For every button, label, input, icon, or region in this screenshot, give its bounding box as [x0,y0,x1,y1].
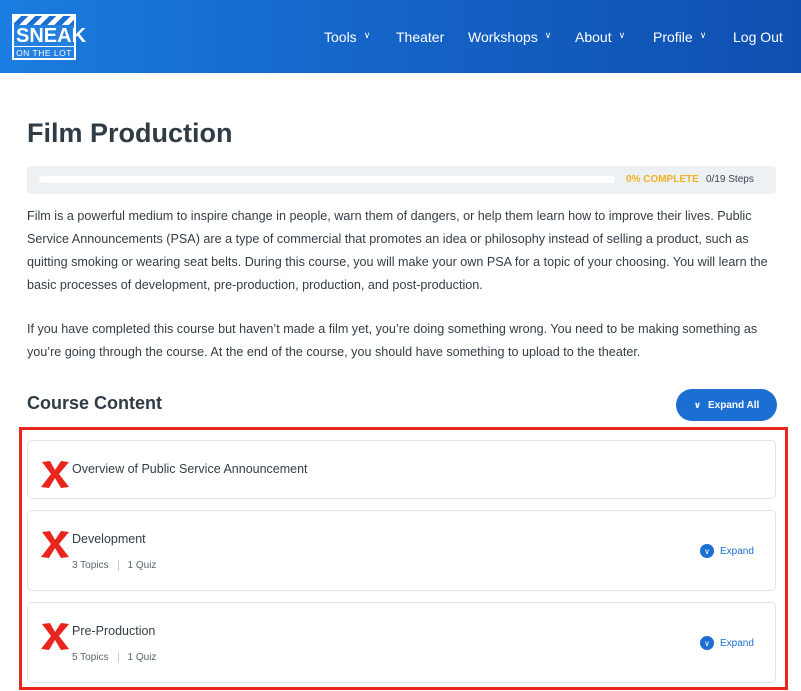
chevron-down-icon: ∨ [544,30,552,40]
lesson-item[interactable]: Development 3 Topics 1 Quiz ∨ Expand [27,510,776,591]
lesson-meta: 5 Topics 1 Quiz [72,652,156,663]
lesson-title[interactable]: Development [72,532,146,546]
logo-main-text: SNEAK [16,25,87,47]
course-description-note: If you have completed this course but ha… [27,322,758,359]
course-description: Film is a powerful medium to inspire cha… [27,209,768,292]
page-title: Film Production [27,118,233,148]
x-mark-icon [41,623,69,650]
nav-item-logout[interactable]: Log Out [733,0,783,73]
chevron-down-icon: ∨ [363,30,371,40]
nav-item-tools[interactable]: Tools ∨ [324,0,370,73]
nav-label: Workshops [468,28,538,45]
logo-sub-text: ON THE LOT [14,46,74,58]
nav-label: Theater [396,28,445,45]
course-content-heading: Course Content [27,393,162,413]
chevron-down-circle-icon: ∨ [700,636,714,650]
topics-count: 3 Topics [72,560,109,571]
expand-all-button[interactable]: ∨ Expand All [676,389,777,421]
expand-lesson-button[interactable]: ∨ Expand [700,544,754,558]
chevron-down-icon: ∨ [699,30,707,40]
lesson-title[interactable]: Pre-Production [72,624,155,638]
site-logo[interactable]: SNEAK ON THE LOT [12,14,87,60]
progress-steps: 0/19 Steps [706,174,754,185]
chevron-down-icon: ∨ [693,399,701,410]
expand-label: Expand [720,545,754,557]
x-mark-icon [41,531,69,558]
quiz-count: 1 Quiz [127,560,157,571]
lesson-item[interactable]: Pre-Production 5 Topics 1 Quiz ∨ Expand [27,602,776,683]
chevron-down-circle-icon: ∨ [700,544,714,558]
nav-label: Profile [653,28,693,45]
lesson-meta: 3 Topics 1 Quiz [72,560,156,571]
divider [117,652,119,663]
expand-lesson-button[interactable]: ∨ Expand [700,636,754,650]
expand-all-label: Expand All [708,399,760,411]
nav-item-about[interactable]: About ∨ [575,0,625,73]
progress-percent: 0% COMPLETE [626,174,699,185]
lesson-title[interactable]: Overview of Public Service Announcement [72,462,308,476]
chevron-down-icon: ∨ [618,30,626,40]
nav-label: Tools [324,28,357,45]
expand-label: Expand [720,637,754,649]
nav-item-profile[interactable]: Profile ∨ [653,0,706,73]
topics-count: 5 Topics [72,652,109,663]
nav-label: About [575,28,612,45]
course-progress: 0% COMPLETE 0/19 Steps [27,166,776,194]
lesson-item[interactable]: Overview of Public Service Announcement [27,440,776,499]
top-navigation-bar: SNEAK ON THE LOT Tools ∨ Theater Worksho… [0,0,801,73]
progress-bar [39,176,615,183]
nav-label: Log Out [733,28,783,45]
nav-item-theater[interactable]: Theater [396,0,444,73]
x-mark-icon [41,461,69,488]
quiz-count: 1 Quiz [127,652,157,663]
clapperboard-icon [14,16,74,25]
divider [117,560,119,571]
nav-item-workshops[interactable]: Workshops ∨ [468,0,551,73]
